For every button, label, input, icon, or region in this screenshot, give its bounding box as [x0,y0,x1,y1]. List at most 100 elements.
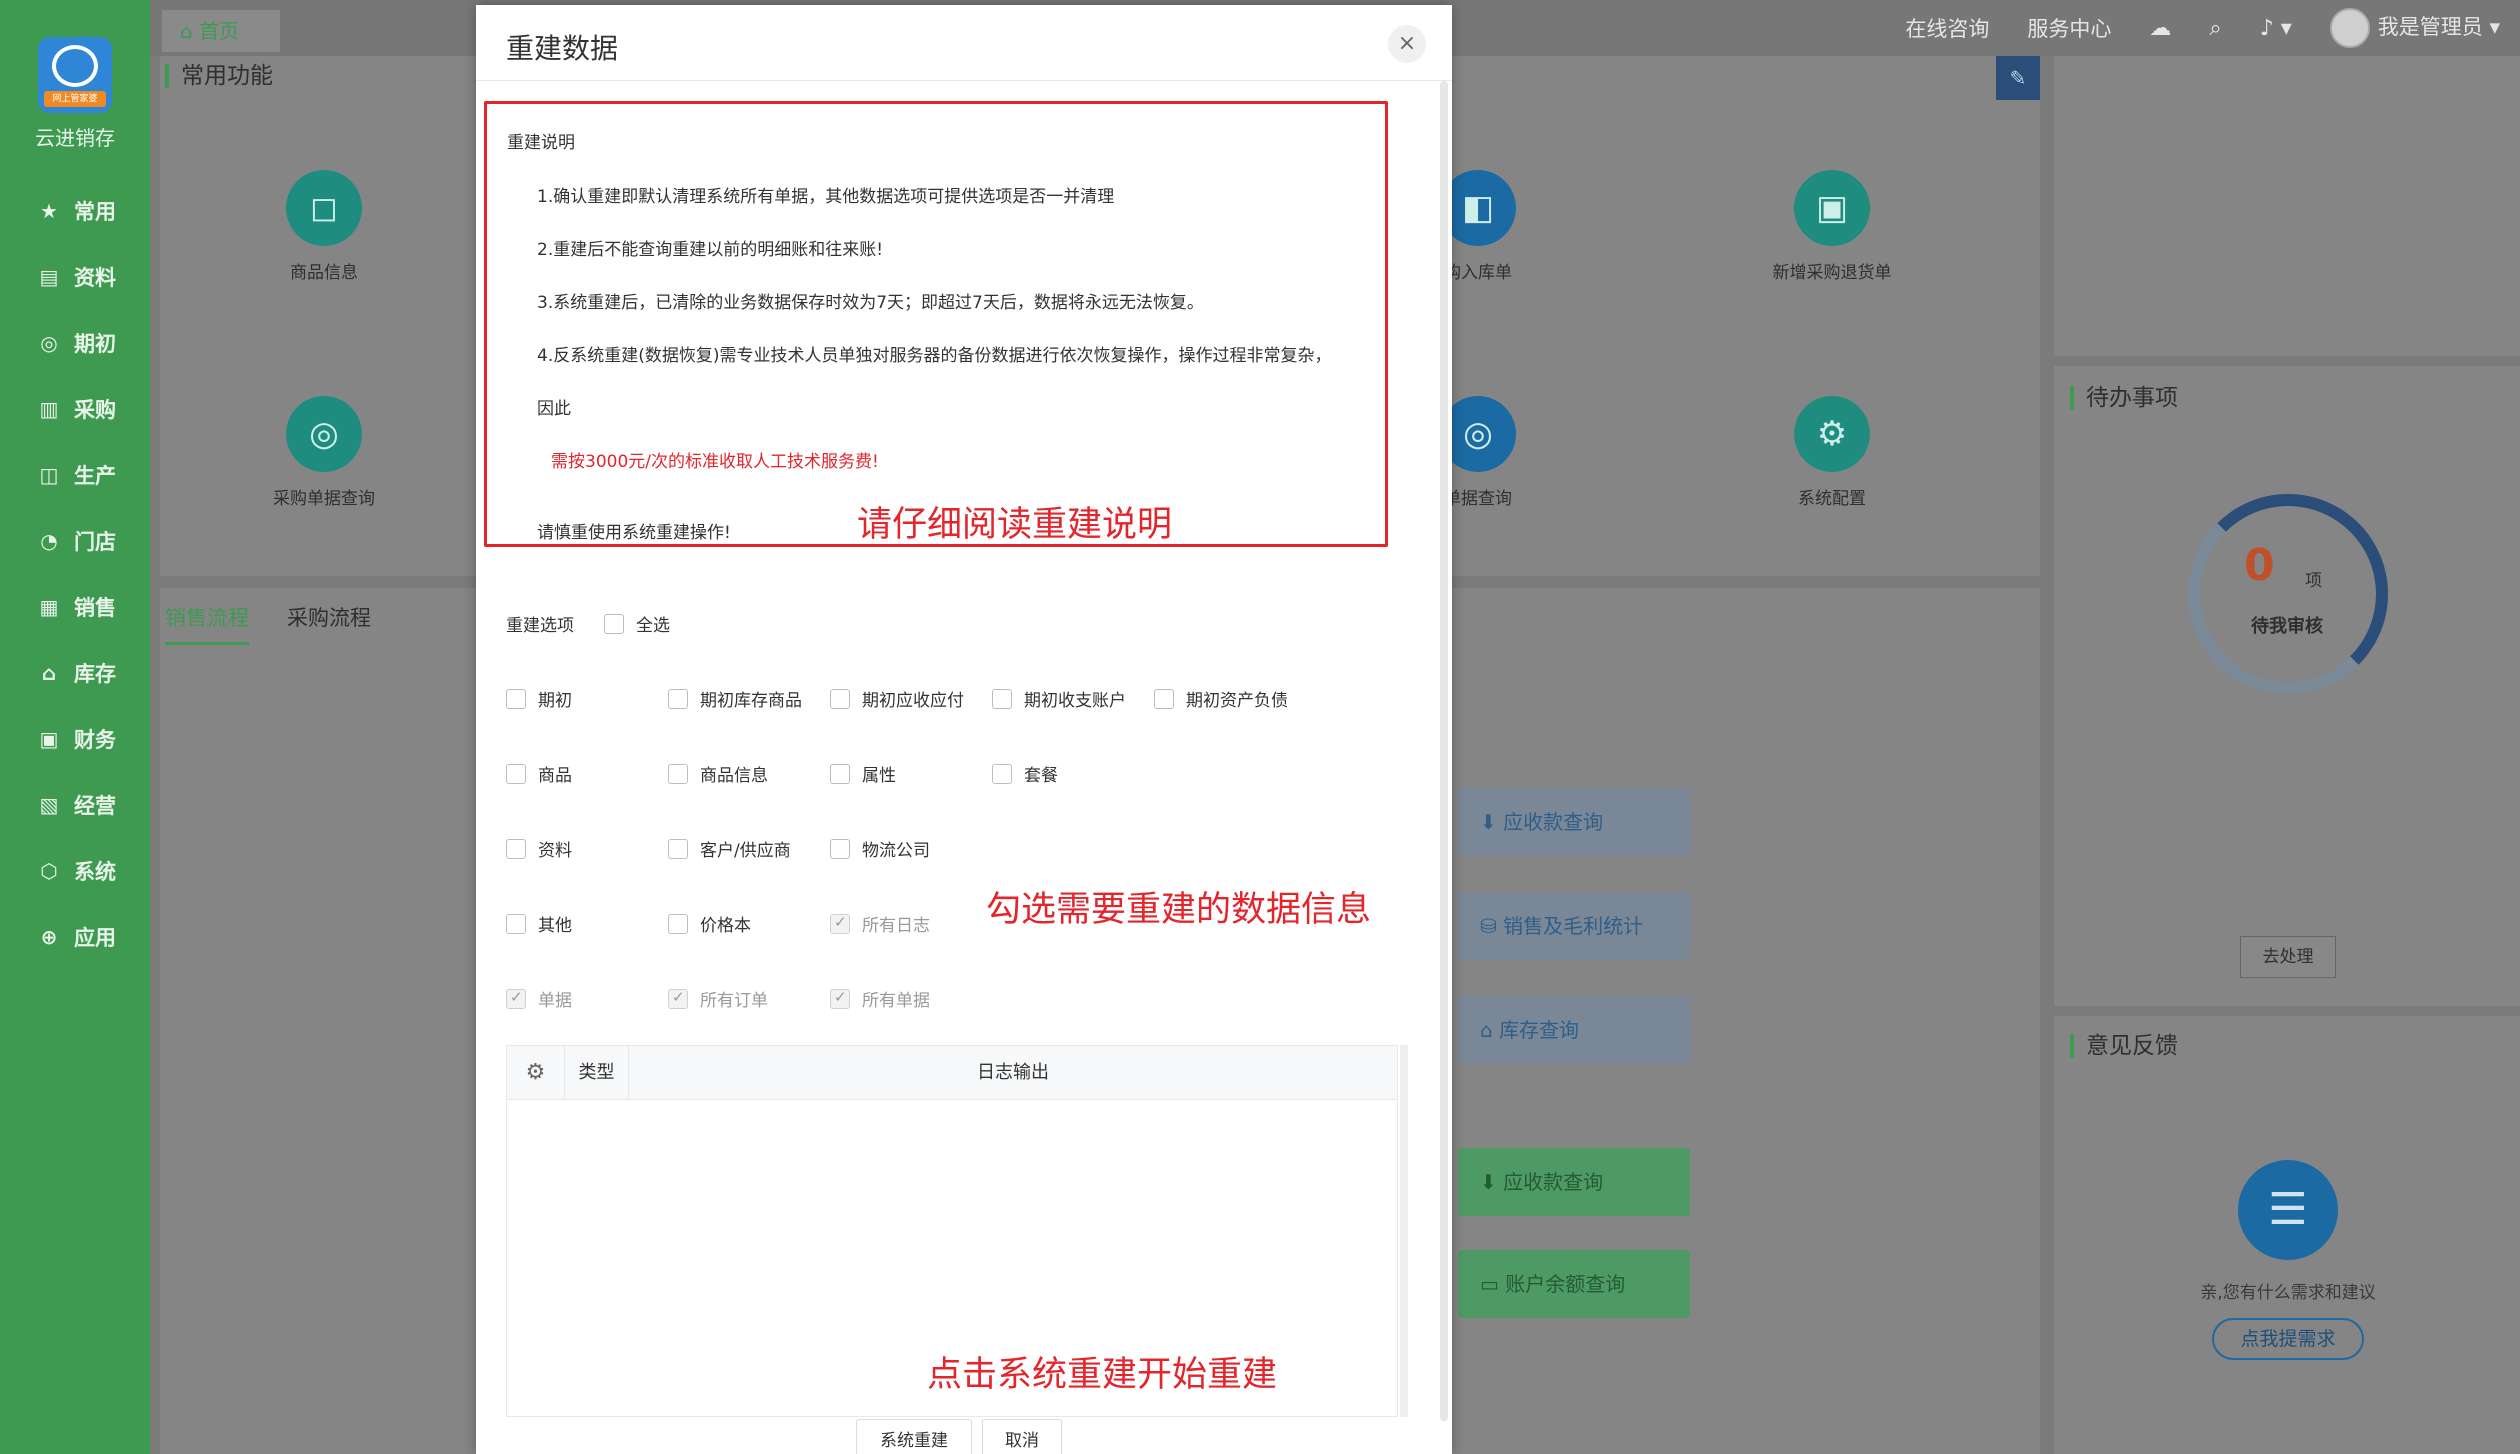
sidebar: 网上管家婆 云进销存 ★ 常用 ▤ 资料 ◎ 期初 ▥ 采购 ◫ 生产 ◔ 门店 ▦ 销售 ⌂… [0,0,150,1454]
callout-start: 点击系统重建开始重建 [927,1355,1278,1395]
option-label: 其他 [538,916,572,936]
todo-label: 待我审核 [2251,616,2323,637]
cancel-button[interactable]: 取消 [982,1419,1062,1454]
option-bundle[interactable]: 套餐 [992,761,1058,786]
user-menu[interactable]: 我是管理员 ▾ [2329,8,2500,48]
sidebar-item-finance[interactable]: ▣ 财务 [0,706,150,772]
option-other[interactable]: 其他 [506,911,572,936]
option-price-book[interactable]: 价格本 [668,911,751,936]
checkbox[interactable] [506,913,526,934]
option-logistics[interactable]: 物流公司 [830,836,930,861]
sidebar-item-business[interactable]: ▧ 经营 [0,772,150,838]
flow-btn-stock-query[interactable]: ⌂ 库存查询 [1458,996,1690,1064]
checkbox[interactable] [506,838,526,859]
checkbox[interactable] [992,688,1012,709]
quick-product-info[interactable]: ◻ 商品信息 [244,170,404,283]
todo-action-button[interactable]: 去处理 [2240,936,2336,978]
checkbox[interactable] [506,763,526,784]
checkbox[interactable] [830,763,850,784]
option-opening-assets[interactable]: 期初资产负债 [1154,686,1288,711]
checkbox[interactable] [1154,688,1174,709]
todo-unit: 项 [2305,571,2322,591]
flow-btn-receivable-2[interactable]: ⬇ 应收款查询 [1458,1148,1690,1216]
quick-purchase-return[interactable]: ▣ 新增采购退货单 [1752,170,1912,283]
option-attribute[interactable]: 属性 [830,761,896,786]
notice-fee: 需按3000元/次的标准收取人工技术服务费! [551,452,879,472]
warehouse-icon: ⌂ [1480,1018,1500,1042]
option-label: 所有日志 [862,916,930,936]
rebuild-notice: 重建说明 1.确认重建即默认清理系统所有单据，其他数据选项可提供选项是否一并清理… [484,101,1388,547]
cloud-download-icon[interactable]: ☁ [2149,16,2171,41]
user-name: 我是管理员 [2377,15,2483,39]
sidebar-item-apps[interactable]: ⊕ 应用 [0,904,150,970]
sidebar-item-sales[interactable]: ▦ 销售 [0,574,150,640]
option-product-info[interactable]: 商品信息 [668,761,768,786]
checkbox[interactable] [668,913,688,934]
gear-icon[interactable]: ⚙ [507,1046,565,1100]
search-doc-icon: ◎ [286,396,362,472]
sidebar-item-label: 采购 [74,398,116,422]
quick-system-config[interactable]: ⚙ 系统配置 [1752,396,1912,509]
quick-purchase-query[interactable]: ◎ 采购单据查询 [244,396,404,509]
option-customer-supplier[interactable]: 客户/供应商 [668,836,791,861]
select-all-label: 全选 [636,616,670,636]
bell-icon[interactable]: ♪ ▾ [2260,16,2292,41]
option-opening-accounts[interactable]: 期初收支账户 [992,686,1126,711]
edit-icon[interactable]: ✎ [1996,56,2040,100]
checkbox [830,913,850,934]
sidebar-item-common[interactable]: ★ 常用 [0,178,150,244]
online-consult-link[interactable]: 在线咨询 [1905,13,1989,43]
sidebar-item-label: 库存 [74,662,116,686]
sidebar-item-production[interactable]: ◫ 生产 [0,442,150,508]
log-scrollbar[interactable] [1400,1045,1408,1417]
sidebar-item-purchase[interactable]: ▥ 采购 [0,376,150,442]
todo-count: 0 [2244,540,2275,591]
tab-purchase-flow[interactable]: 采购流程 [287,602,371,645]
document-icon: ▤ [39,265,59,289]
feedback-message-icon: ☰ [2238,1160,2338,1260]
tab-sales-flow[interactable]: 销售流程 [165,602,249,645]
sidebar-item-store[interactable]: ◔ 门店 [0,508,150,574]
checkbox[interactable] [992,763,1012,784]
sidebar-item-data[interactable]: ▤ 资料 [0,244,150,310]
flow-btn-receivable[interactable]: ⬇ 应收款查询 [1458,788,1690,856]
option-label: 期初资产负债 [1186,691,1288,711]
dialog-scrollbar[interactable] [1440,81,1448,1421]
rebuild-button[interactable]: 系统重建 [856,1419,972,1454]
checkbox[interactable] [830,838,850,859]
sidebar-item-system[interactable]: ⬡ 系统 [0,838,150,904]
sidebar-item-label: 门店 [74,530,116,554]
checkbox[interactable] [668,688,688,709]
option-all-logs: 所有日志 [830,911,930,936]
search-icon[interactable]: ⌕ [2209,16,2221,41]
option-product[interactable]: 商品 [506,761,572,786]
sidebar-item-label: 常用 [74,200,116,224]
dialog-title: 重建数据 [506,32,619,65]
options-label: 重建选项 [506,616,574,636]
checkbox[interactable] [668,838,688,859]
select-all-checkbox[interactable] [604,613,624,634]
flow-btn-label: 销售及毛利统计 [1503,914,1644,938]
sidebar-item-opening[interactable]: ◎ 期初 [0,310,150,376]
tab-home[interactable]: ⌂ 首页 [162,10,280,52]
avatar [2329,8,2370,48]
flow-btn-sales-stats[interactable]: ⛁ 销售及毛利统计 [1458,892,1690,960]
sidebar-item-inventory[interactable]: ⌂ 库存 [0,640,150,706]
option-opening-ar-ap[interactable]: 期初应收应付 [830,686,964,711]
close-icon[interactable]: × [1388,25,1426,63]
target-icon: ◎ [40,331,58,355]
purchase-icon: ▥ [39,397,59,421]
option-data[interactable]: 资料 [506,836,572,861]
notice-caution: 请慎重使用系统重建操作! [537,523,731,543]
checkbox[interactable] [668,763,688,784]
service-center-link[interactable]: 服务中心 [2027,13,2111,43]
coins-icon: ⛁ [1480,914,1504,938]
option-opening[interactable]: 期初 [506,686,572,711]
option-opening-stock[interactable]: 期初库存商品 [668,686,802,711]
flow-btn-account-balance[interactable]: ▭ 账户余额查询 [1458,1250,1690,1318]
app-logo[interactable]: 网上管家婆 [38,37,112,113]
checkbox[interactable] [506,688,526,709]
checkbox[interactable] [830,688,850,709]
finance-icon: ▣ [39,727,59,751]
feedback-button[interactable]: 点我提需求 [2212,1318,2364,1360]
